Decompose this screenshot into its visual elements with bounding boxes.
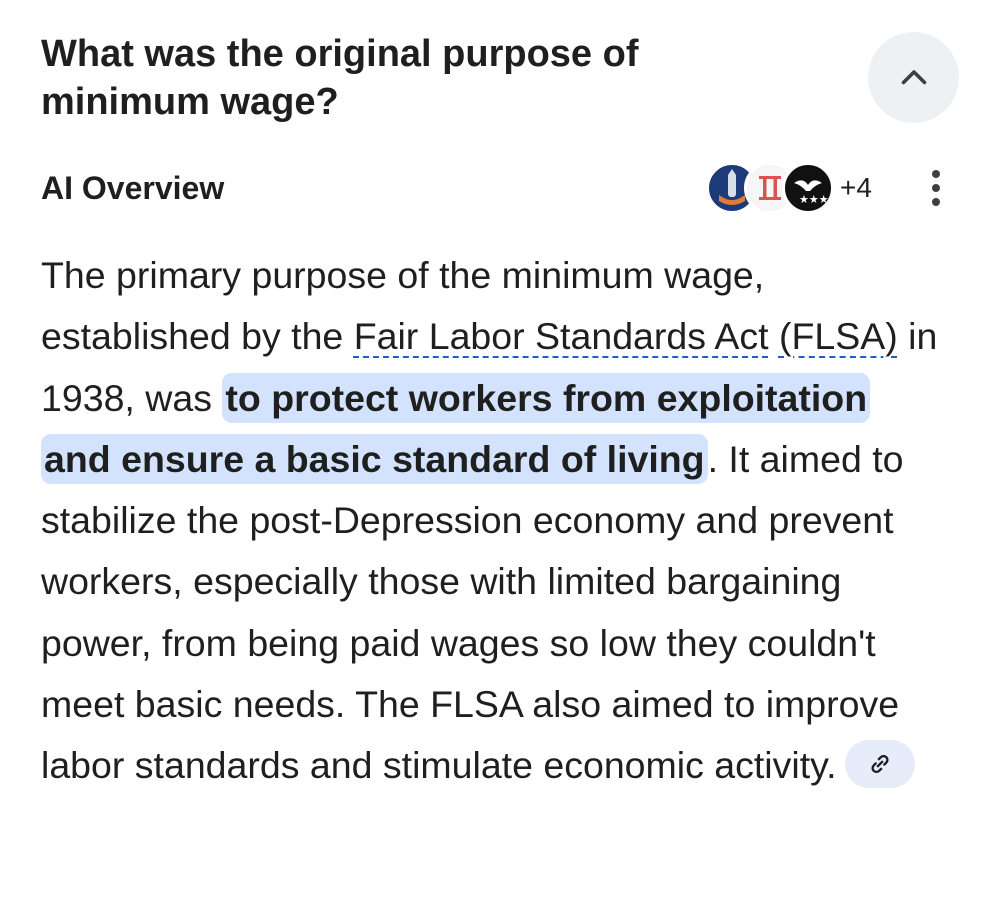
answer-rest: . It aimed to stabilize the post-Depress… [41,437,904,787]
ai-overview-header: AI Overview ★★★ +4 [41,160,961,216]
flsa-link[interactable]: (FLSA) [779,315,898,357]
fair-labor-standards-act-link[interactable]: Fair Labor Standards Act [354,315,769,357]
more-vert-icon[interactable] [919,166,953,210]
question-heading: What was the original purpose of minimum… [41,33,639,123]
collapse-button[interactable] [868,32,959,123]
more-sources-count: +4 [840,172,872,203]
link-icon [870,755,889,774]
svg-text:★★★: ★★★ [799,193,829,206]
source-icon-eagle-stars: ★★★ [782,162,834,214]
ai-overview-answer: The primary purpose of the minimum wage,… [41,245,941,797]
citation-link-button[interactable] [844,740,915,789]
sources-button[interactable]: ★★★ +4 [706,160,872,216]
ai-overview-label: AI Overview [41,170,225,206]
chevron-up-icon [901,69,926,84]
